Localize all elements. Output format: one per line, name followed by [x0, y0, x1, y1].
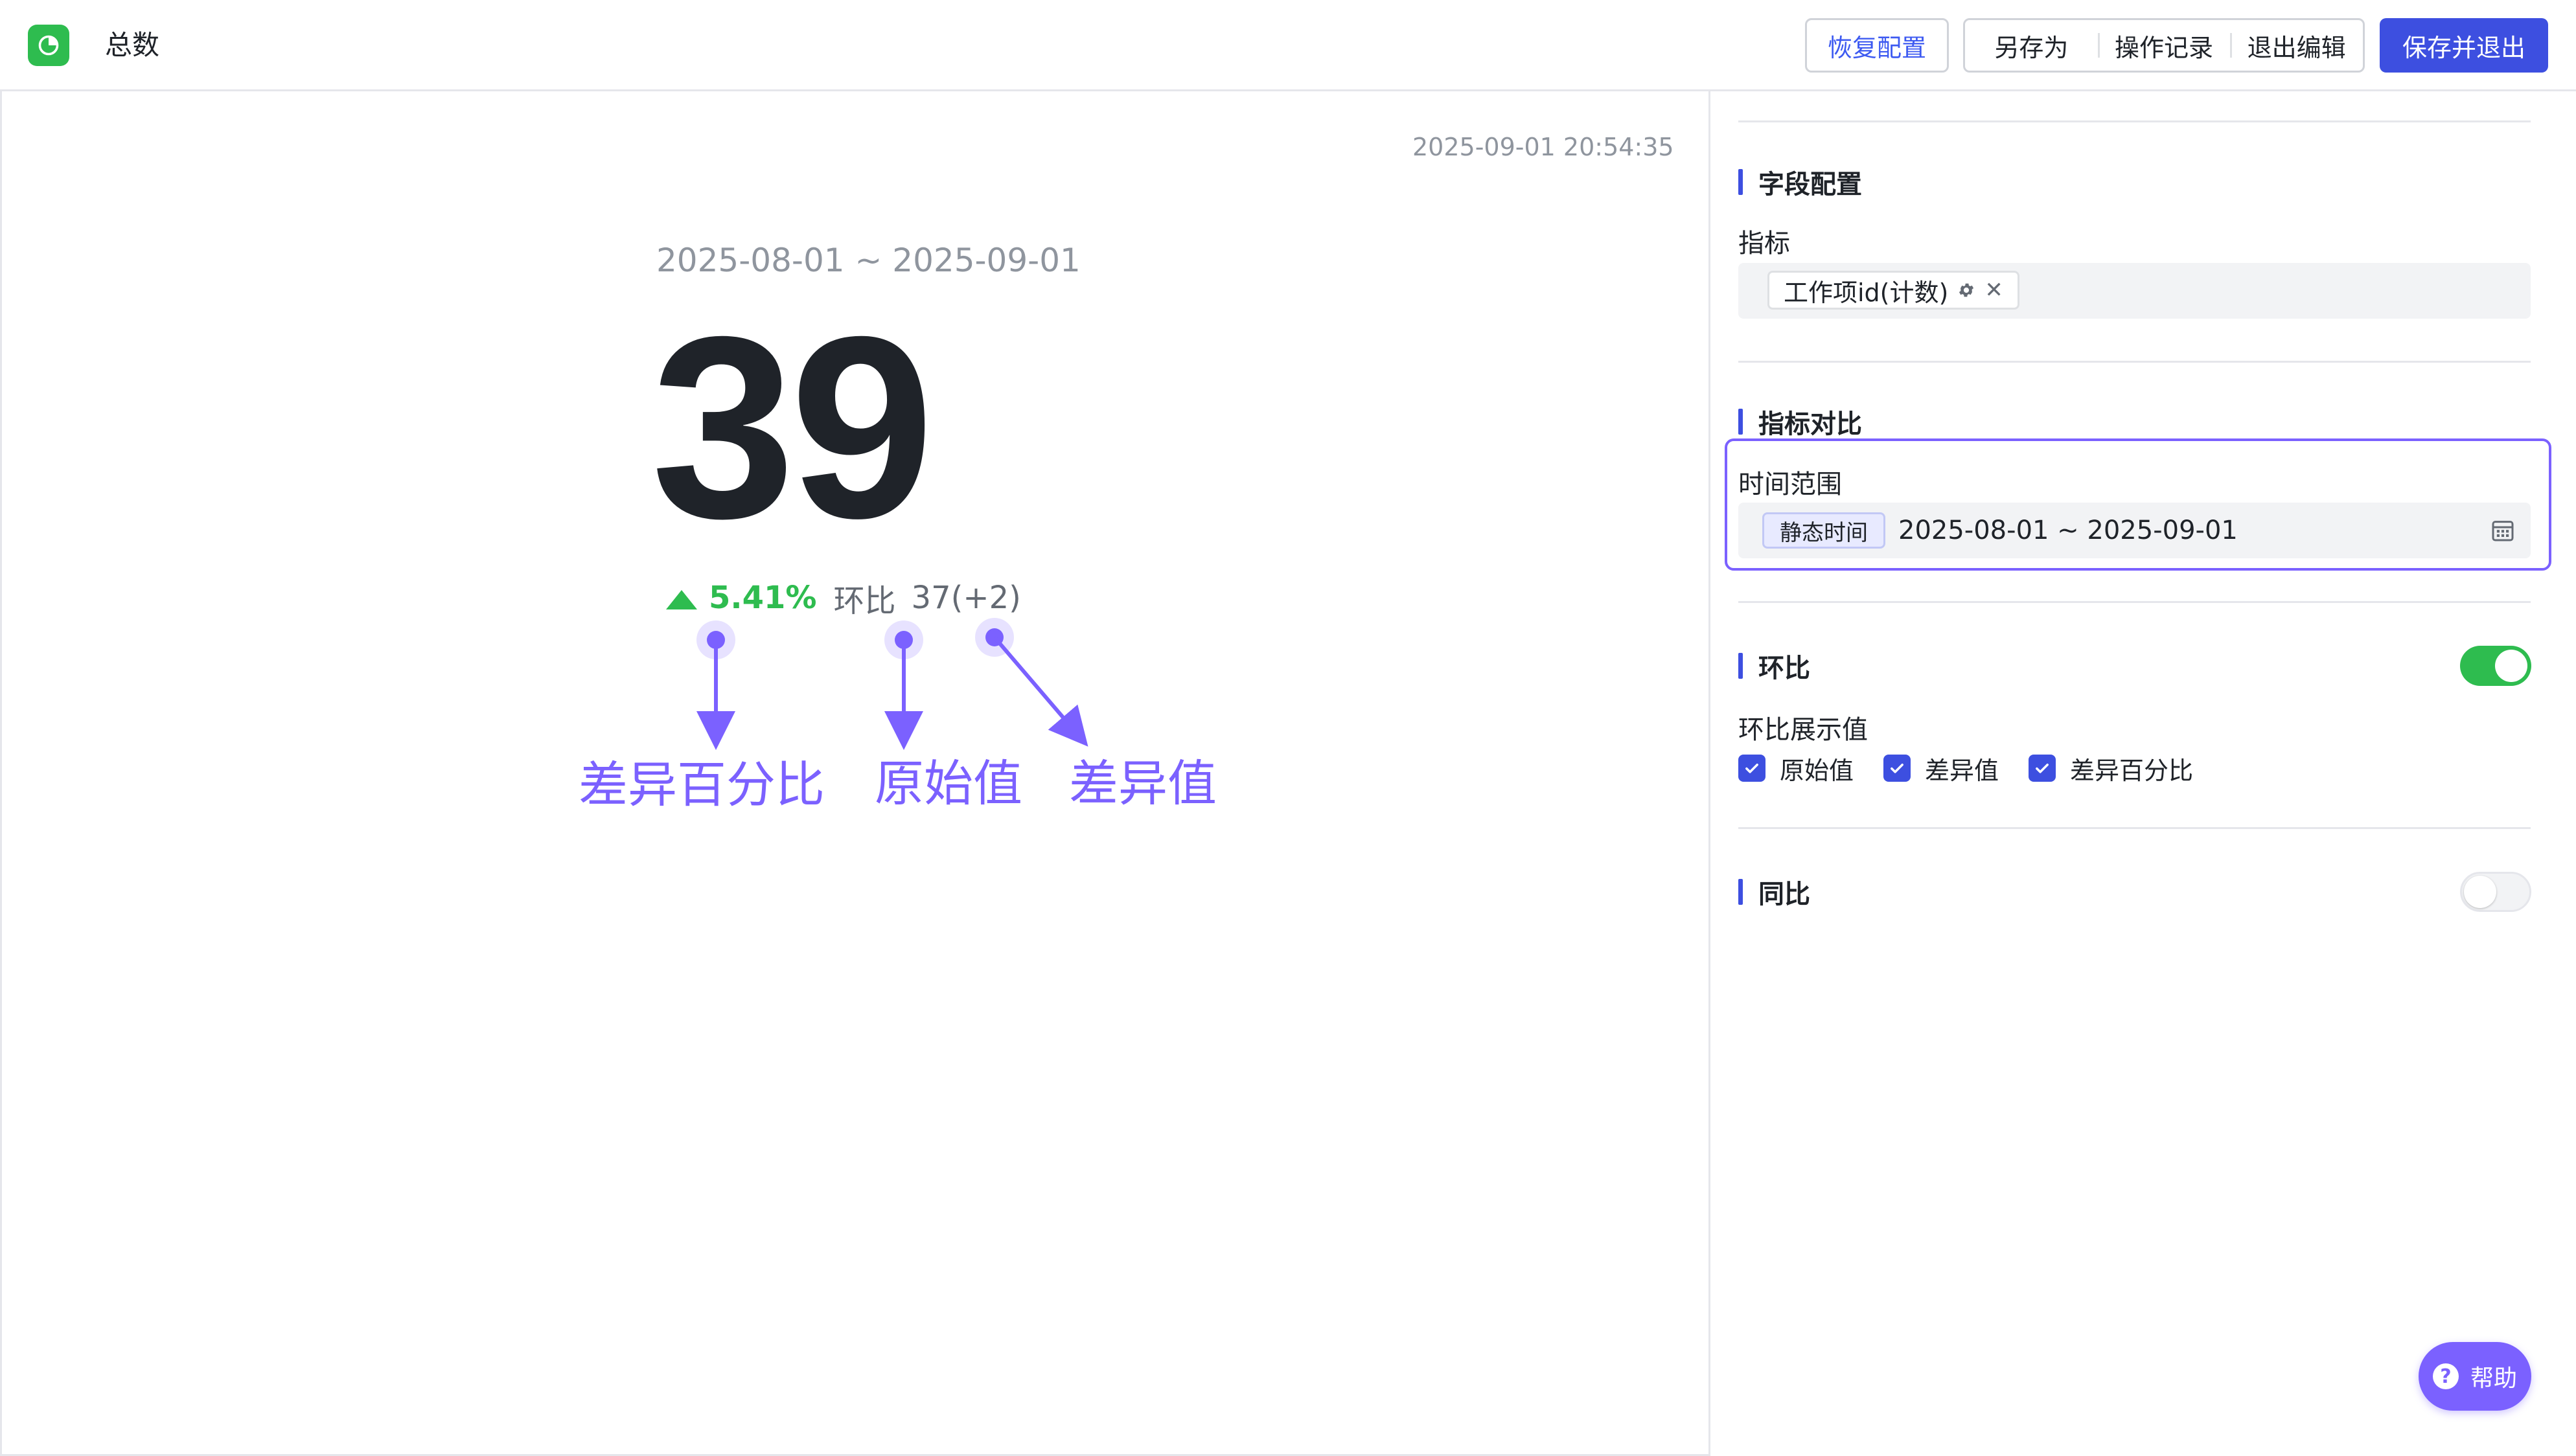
- annotation-label-diff: 差异值: [1069, 755, 1217, 812]
- checkbox-checked-icon: [2029, 755, 2056, 782]
- page-title: 总数: [105, 29, 160, 61]
- checkbox-diff[interactable]: 差异值: [1883, 751, 1999, 786]
- section-field-config: 字段配置: [1738, 166, 1862, 199]
- metric-label: 指标: [1738, 229, 1790, 258]
- checkbox-checked-icon: [1738, 755, 1765, 782]
- change-percent: 5.41%: [709, 580, 817, 616]
- checkbox-checked-icon: [1883, 755, 1911, 782]
- section-yoy: 同比: [1738, 876, 1810, 909]
- section-title: 环比: [1758, 654, 1810, 683]
- mom-display-label: 环比展示值: [1738, 715, 1868, 745]
- time-range-label: 时间范围: [1738, 470, 1842, 499]
- help-icon: ?: [2432, 1363, 2459, 1389]
- divider: [1738, 601, 2531, 603]
- divider: [1738, 827, 2531, 829]
- update-timestamp: 2025-09-01 20:54:35: [1412, 133, 1674, 161]
- pie-chart-icon: [38, 35, 59, 56]
- mom-label: 环比: [833, 583, 896, 619]
- metric-tag-label: 工作项id(计数): [1784, 278, 1949, 307]
- section-title: 同比: [1758, 880, 1810, 909]
- annotation-label-original: 原始值: [875, 755, 1022, 812]
- restore-config-button[interactable]: 恢复配置: [1805, 18, 1949, 73]
- save-and-exit-button[interactable]: 保存并退出: [2380, 18, 2548, 73]
- toolbar-button-group: 另存为 操作记录 退出编辑: [1963, 18, 2365, 73]
- metric-date-range: 2025-08-01 ~ 2025-09-01: [656, 242, 1081, 279]
- section-title: 指标对比: [1758, 409, 1862, 439]
- chart-app-icon: [28, 25, 69, 66]
- annotation-label-percent: 差异百分比: [579, 756, 825, 813]
- checkbox-diff-percent[interactable]: 差异百分比: [2029, 751, 2193, 786]
- exit-edit-button[interactable]: 退出编辑: [2230, 20, 2363, 71]
- remove-tag-icon[interactable]: ✕: [1984, 277, 2003, 303]
- static-time-tag[interactable]: 静态时间: [1762, 512, 1885, 549]
- section-title: 字段配置: [1758, 170, 1862, 199]
- section-comparison: 指标对比: [1738, 405, 1862, 439]
- mom-row: 5.41% 环比 37(+2): [666, 578, 1021, 619]
- metric-value: 39: [651, 282, 934, 572]
- date-range-value[interactable]: 2025-08-01 ~ 2025-09-01: [1898, 512, 2238, 549]
- divider: [1738, 120, 2531, 122]
- help-button[interactable]: ? 帮助: [2419, 1342, 2531, 1411]
- mom-value: 37(+2): [911, 580, 1021, 616]
- calendar-icon[interactable]: [2490, 518, 2516, 543]
- save-as-button[interactable]: 另存为: [1965, 20, 2098, 71]
- mom-toggle[interactable]: [2460, 646, 2531, 686]
- divider: [1738, 361, 2531, 363]
- section-mom: 环比: [1738, 650, 1810, 683]
- yoy-toggle[interactable]: [2460, 872, 2531, 912]
- mom-display-options: 原始值 差异值 差异百分比: [1738, 750, 2223, 786]
- gear-icon[interactable]: [1957, 281, 1975, 299]
- history-button[interactable]: 操作记录: [2097, 20, 2231, 71]
- checkbox-original[interactable]: 原始值: [1738, 751, 1854, 786]
- top-header: 总数 恢复配置 另存为 操作记录 退出编辑 保存并退出: [0, 0, 2576, 91]
- metric-tag[interactable]: 工作项id(计数) ✕: [1767, 271, 2019, 310]
- trend-up-icon: [666, 590, 697, 609]
